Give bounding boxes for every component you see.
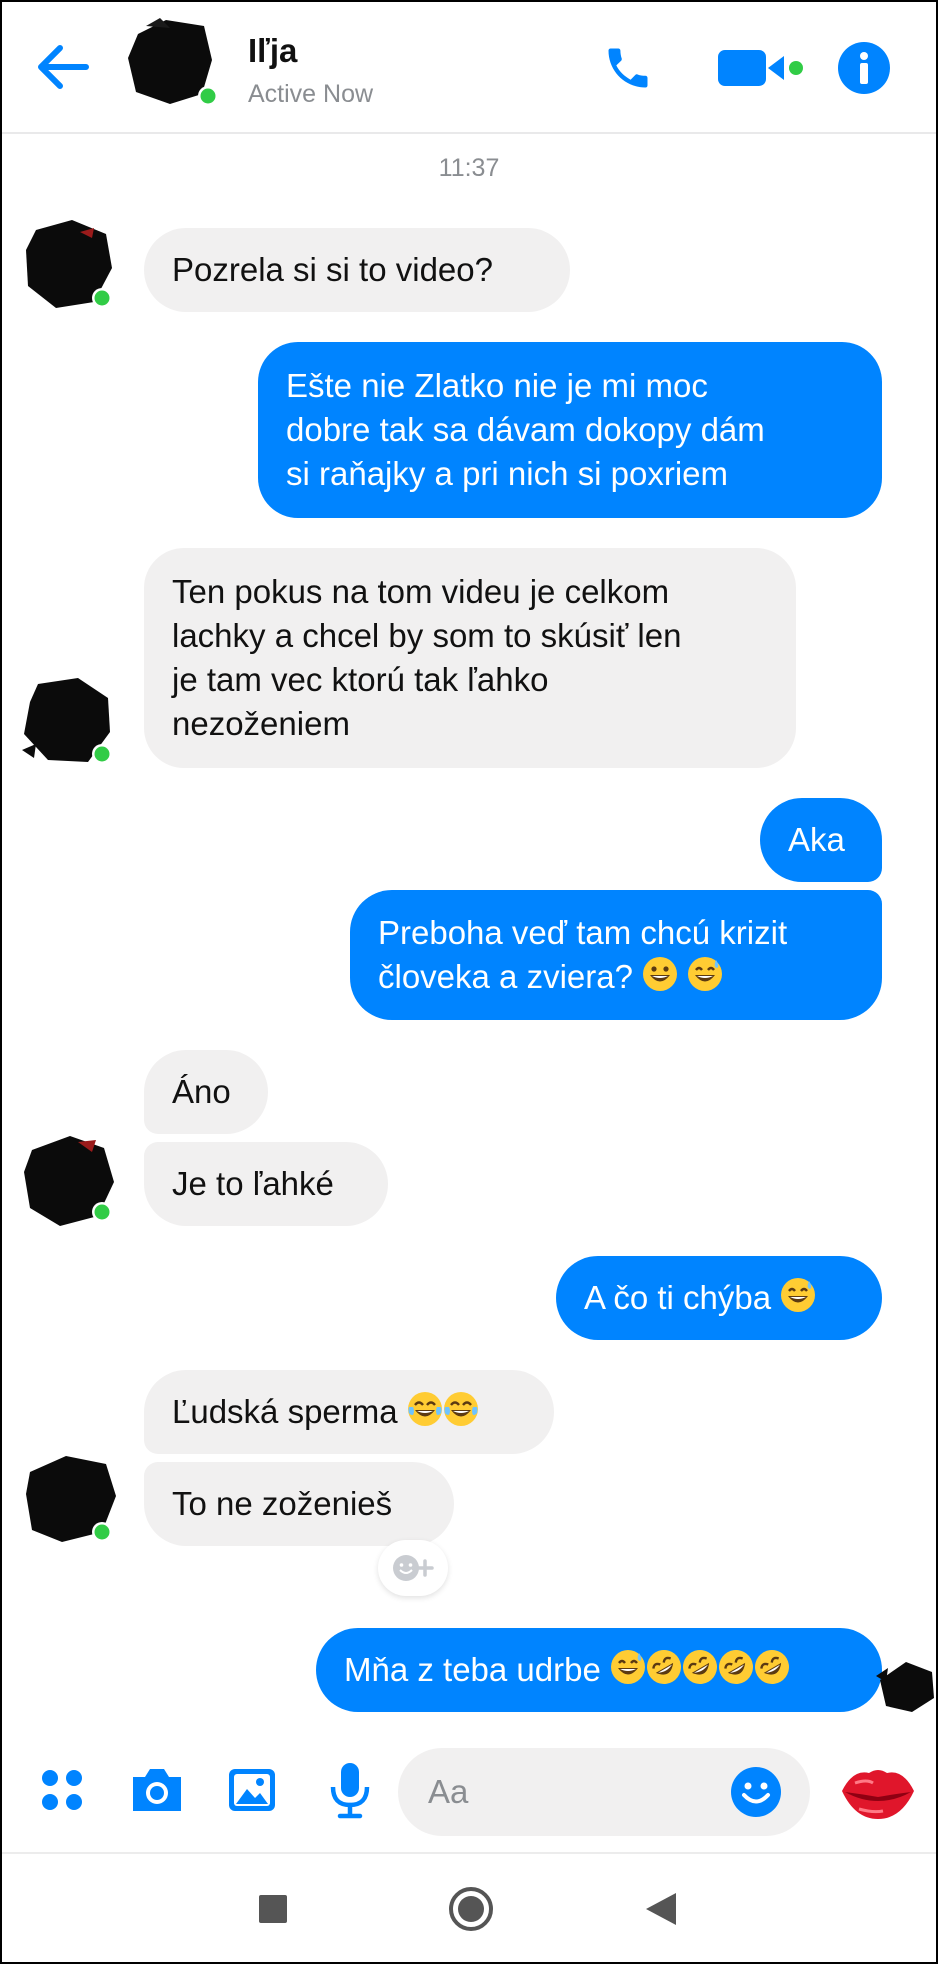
incoming-message[interactable]: To ne zoženieš [144,1462,454,1546]
grinning-emoji-icon [643,957,678,991]
message-line-with-emoji: človeka a zviera? [378,955,854,999]
outgoing-message[interactable]: Mňa z teba udrbe [316,1628,882,1712]
rofl-emoji-icon [755,1650,790,1684]
rofl-emoji-icon [719,1650,754,1684]
message-timestamp: 11:37 [438,154,500,182]
incoming-message[interactable]: Je to ľahké [144,1142,388,1226]
back-nav-button[interactable] [644,1892,678,1926]
rofl-emoji-icon [647,1650,682,1684]
rofl-emoji-icon [683,1650,718,1684]
image-icon[interactable] [222,1760,282,1820]
add-reaction-button[interactable] [378,1540,448,1596]
message-input[interactable] [428,1770,688,1814]
incoming-message[interactable]: Áno [144,1050,268,1134]
incoming-message[interactable]: Ľudská sperma [144,1370,554,1454]
four-dots-icon[interactable] [32,1760,92,1820]
microphone-icon[interactable] [320,1758,380,1822]
sweat-smile-emoji-icon [611,1650,646,1684]
outgoing-message[interactable]: A čo ti chýba [556,1256,882,1340]
active-status: Active Now [248,80,374,108]
info-icon[interactable] [836,40,892,96]
contact-name[interactable]: Iľja [248,32,297,70]
phone-icon[interactable] [598,38,658,98]
back-arrow-icon[interactable] [32,40,92,94]
tears-of-joy-emoji-icon [443,1392,478,1426]
incoming-message[interactable]: Ten pokus na tom videu je celkom lachky … [144,548,796,768]
outgoing-message[interactable]: Aka [760,798,882,882]
sweat-smile-emoji-icon [688,957,723,991]
online-indicator [200,88,216,104]
recent-apps-button[interactable] [258,1894,288,1924]
sender-avatar[interactable] [22,1450,118,1546]
sweat-smile-emoji-icon [781,1278,816,1312]
sender-avatar[interactable] [22,216,118,312]
outgoing-message[interactable]: Preboha veď tam chcú krizit človeka a zv… [350,890,882,1020]
sender-avatar[interactable] [22,1132,118,1228]
system-navigation-bar [2,1852,936,1962]
camera-icon[interactable] [126,1760,188,1820]
composer-bar [2,1732,936,1852]
message-line: Preboha veď tam chcú krizit [378,914,788,951]
incoming-message[interactable]: Pozrela si si to video? [144,228,570,312]
messenger-screen: Iľja Active Now 11:37 Pozrela si si to v… [2,2,936,1962]
home-button[interactable] [448,1886,494,1932]
chat-header: Iľja Active Now [2,2,936,134]
lips-icon[interactable] [838,1752,918,1832]
video-camera-icon[interactable] [716,40,806,96]
outgoing-message[interactable]: Ešte nie Zlatko nie je mi moc dobre tak … [258,342,882,518]
read-receipt-avatar [876,1658,936,1714]
message-input-box[interactable] [398,1748,810,1836]
tears-of-joy-emoji-icon [407,1392,442,1426]
smiley-icon[interactable] [728,1764,784,1820]
contact-avatar[interactable] [126,16,218,106]
sender-avatar[interactable] [22,672,118,768]
